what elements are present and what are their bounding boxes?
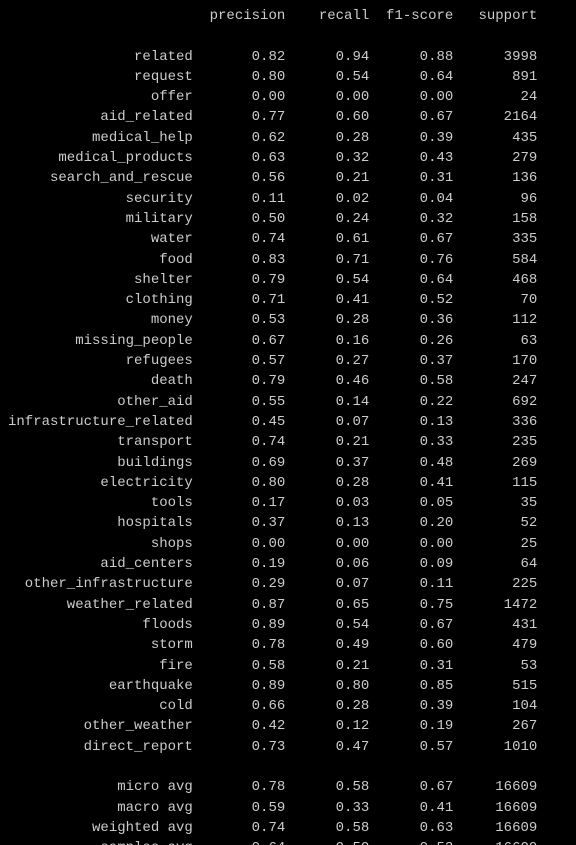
table-row: micro avg 0.78 0.58 0.67 16609	[8, 777, 568, 797]
table-row: other_aid 0.55 0.14 0.22 692	[8, 392, 568, 412]
table-row: samples avg 0.64 0.50 0.52 16609	[8, 838, 568, 845]
table-row: aid_centers 0.19 0.06 0.09 64	[8, 554, 568, 574]
table-row: other_infrastructure 0.29 0.07 0.11 225	[8, 574, 568, 594]
table-row: tools 0.17 0.03 0.05 35	[8, 493, 568, 513]
table-row: weather_related 0.87 0.65 0.75 1472	[8, 595, 568, 615]
table-row: money 0.53 0.28 0.36 112	[8, 310, 568, 330]
table-row: security 0.11 0.02 0.04 96	[8, 189, 568, 209]
table-row: aid_related 0.77 0.60 0.67 2164	[8, 107, 568, 127]
table-row: floods 0.89 0.54 0.67 431	[8, 615, 568, 635]
table-row: military 0.50 0.24 0.32 158	[8, 209, 568, 229]
table-row: search_and_rescue 0.56 0.21 0.31 136	[8, 168, 568, 188]
table-row: request 0.80 0.54 0.64 891	[8, 67, 568, 87]
blank-line	[8, 26, 568, 46]
table-row: cold 0.66 0.28 0.39 104	[8, 696, 568, 716]
table-row: clothing 0.71 0.41 0.52 70	[8, 290, 568, 310]
blank-line	[8, 757, 568, 777]
table-row: electricity 0.80 0.28 0.41 115	[8, 473, 568, 493]
table-row: macro avg 0.59 0.33 0.41 16609	[8, 798, 568, 818]
table-row: medical_products 0.63 0.32 0.43 279	[8, 148, 568, 168]
table-row: refugees 0.57 0.27 0.37 170	[8, 351, 568, 371]
table-row: weighted avg 0.74 0.58 0.63 16609	[8, 818, 568, 838]
classification-report: precision recall f1-score support relate…	[0, 0, 576, 845]
table-row: offer 0.00 0.00 0.00 24	[8, 87, 568, 107]
table-row: water 0.74 0.61 0.67 335	[8, 229, 568, 249]
table-row: related 0.82 0.94 0.88 3998	[8, 47, 568, 67]
table-header: precision recall f1-score support	[8, 6, 568, 26]
table-row: fire 0.58 0.21 0.31 53	[8, 656, 568, 676]
table-row: infrastructure_related 0.45 0.07 0.13 33…	[8, 412, 568, 432]
table-row: direct_report 0.73 0.47 0.57 1010	[8, 737, 568, 757]
table-row: earthquake 0.89 0.80 0.85 515	[8, 676, 568, 696]
table-row: hospitals 0.37 0.13 0.20 52	[8, 513, 568, 533]
table-row: shops 0.00 0.00 0.00 25	[8, 534, 568, 554]
table-row: death 0.79 0.46 0.58 247	[8, 371, 568, 391]
table-row: shelter 0.79 0.54 0.64 468	[8, 270, 568, 290]
table-row: storm 0.78 0.49 0.60 479	[8, 635, 568, 655]
table-row: other_weather 0.42 0.12 0.19 267	[8, 716, 568, 736]
table-row: medical_help 0.62 0.28 0.39 435	[8, 128, 568, 148]
table-row: missing_people 0.67 0.16 0.26 63	[8, 331, 568, 351]
table-row: buildings 0.69 0.37 0.48 269	[8, 453, 568, 473]
table-row: food 0.83 0.71 0.76 584	[8, 250, 568, 270]
table-row: transport 0.74 0.21 0.33 235	[8, 432, 568, 452]
